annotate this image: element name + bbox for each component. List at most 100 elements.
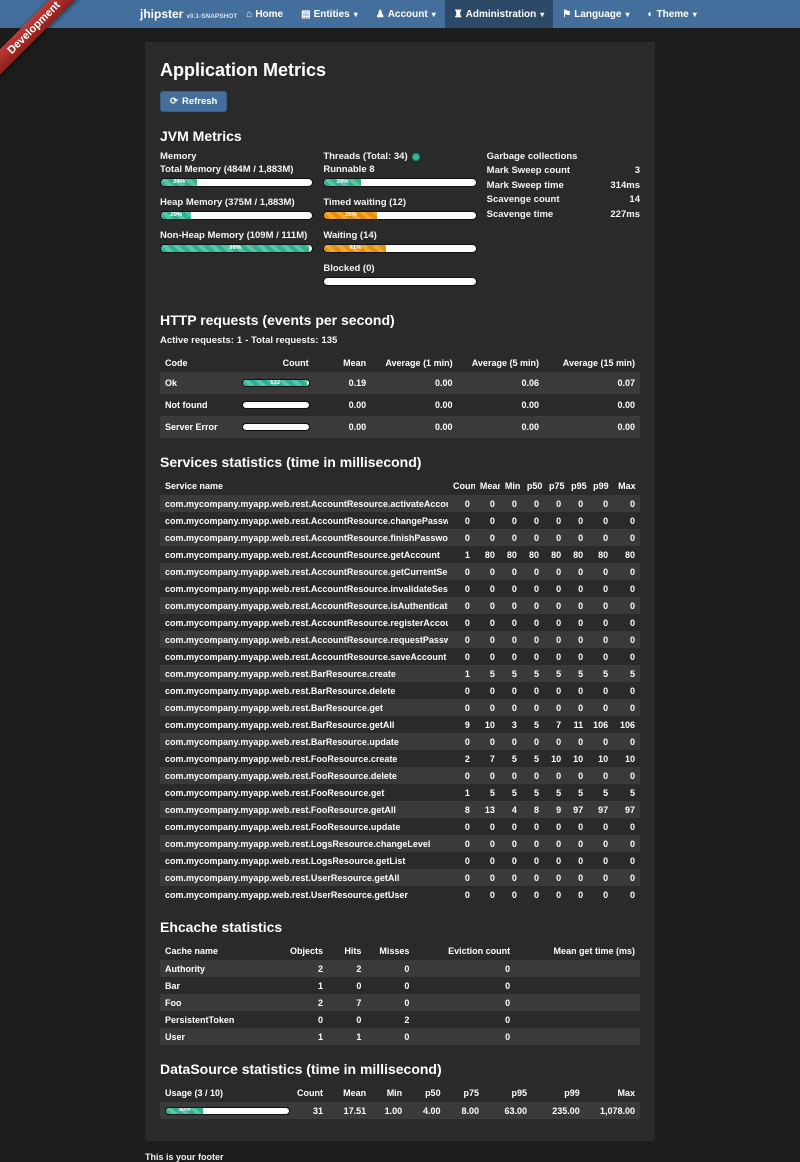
nav-item-administration[interactable]: ♜Administration▾ — [445, 0, 554, 28]
column-header: Min — [371, 1084, 407, 1102]
service-value-cell: 0 — [522, 512, 544, 529]
column-header: Cache name — [160, 942, 285, 960]
service-value-cell: 0 — [475, 580, 500, 597]
service-value-cell: 0 — [448, 512, 475, 529]
cache-value-cell — [515, 1011, 640, 1028]
service-value-cell: 0 — [566, 818, 588, 835]
gc-row: Scavenge time227ms — [487, 208, 640, 223]
datasource-value-cell: 1.00 — [371, 1102, 407, 1119]
service-value-cell: 5 — [544, 784, 566, 801]
cache-value-cell: 1 — [328, 1028, 366, 1045]
refresh-button[interactable]: ⟳ Refresh — [160, 91, 227, 112]
service-value-cell: 0 — [475, 818, 500, 835]
thread-metric-label: Timed waiting (12) — [323, 197, 476, 208]
gc-value: 314ms — [610, 179, 640, 194]
service-value-cell: 80 — [475, 546, 500, 563]
service-row: com.mycompany.myapp.web.rest.FooResource… — [160, 818, 640, 835]
service-value-cell: 0 — [544, 767, 566, 784]
nav-item-account[interactable]: ♟Account▾ — [367, 0, 445, 28]
http-requests-table: CodeCountMeanAverage (1 min)Average (5 m… — [160, 354, 640, 438]
nav-item-home[interactable]: ⌂Home — [237, 0, 292, 28]
nav-item-label: Theme — [657, 9, 689, 20]
nav-item-label: Administration — [466, 9, 537, 20]
service-value-cell: 0 — [448, 563, 475, 580]
service-value-cell: 0 — [522, 835, 544, 852]
brand-name: jhipster — [140, 7, 183, 21]
service-name-cell: com.mycompany.myapp.web.rest.BarResource… — [160, 699, 448, 716]
column-header: Average (5 min) — [458, 354, 544, 372]
service-value-cell: 5 — [475, 784, 500, 801]
service-value-cell: 0 — [544, 733, 566, 750]
progress-bar-fill: 41% — [324, 245, 386, 252]
column-header: Count — [290, 1084, 328, 1102]
http-requests-heading: HTTP requests (events per second) — [160, 312, 640, 328]
http-count-cell — [237, 394, 314, 416]
service-value-cell: 0 — [588, 818, 613, 835]
memory-metric-label: Non-Heap Memory (109M / 111M) — [160, 230, 313, 241]
service-value-cell: 0 — [588, 495, 613, 512]
datasource-statistics-heading: DataSource statistics (time in milliseco… — [160, 1061, 640, 1077]
service-value-cell: 106 — [613, 716, 640, 733]
brand-link[interactable]: jhipsterv0.1-SNAPSHOT — [140, 7, 237, 21]
service-name-cell: com.mycompany.myapp.web.rest.AccountReso… — [160, 631, 448, 648]
service-value-cell: 0 — [448, 631, 475, 648]
service-value-cell: 0 — [588, 852, 613, 869]
caret-down-icon: ▾ — [693, 10, 697, 19]
service-value-cell: 0 — [544, 495, 566, 512]
memory-column: Memory Total Memory (484M / 1,883M)24%He… — [160, 151, 313, 296]
thread-metric-label: Runnable 8 — [323, 164, 476, 175]
service-value-cell: 0 — [566, 682, 588, 699]
service-value-cell: 0 — [613, 767, 640, 784]
progress-bar: 35% — [323, 211, 476, 220]
column-header: Mean — [314, 354, 372, 372]
cache-value-cell: 0 — [414, 1028, 515, 1045]
service-value-cell: 0 — [500, 597, 522, 614]
service-value-cell: 0 — [613, 733, 640, 750]
nav-item-theme[interactable]: ◐Theme▾ — [638, 0, 705, 28]
service-value-cell: 5 — [500, 784, 522, 801]
column-header: p50 — [522, 477, 544, 495]
service-value-cell: 0 — [566, 597, 588, 614]
service-name-cell: com.mycompany.myapp.web.rest.AccountReso… — [160, 597, 448, 614]
service-value-cell: 10 — [588, 750, 613, 767]
gc-row: Mark Sweep count3 — [487, 164, 640, 179]
service-name-cell: com.mycompany.myapp.web.rest.AccountReso… — [160, 580, 448, 597]
nav-item-label: Entities — [314, 9, 350, 20]
service-value-cell: 0 — [613, 852, 640, 869]
tower-icon: ♜ — [454, 9, 463, 20]
cache-value-cell: 0 — [328, 977, 366, 994]
service-value-cell: 0 — [544, 852, 566, 869]
service-value-cell: 0 — [588, 699, 613, 716]
nav-item-language[interactable]: ⚑Language▾ — [553, 0, 638, 28]
service-value-cell: 0 — [522, 495, 544, 512]
flag-icon: ⚑ — [562, 9, 571, 20]
service-value-cell: 10 — [475, 716, 500, 733]
memory-heading: Memory — [160, 151, 313, 162]
cache-value-cell: 1 — [285, 1028, 328, 1045]
column-header: p50 — [407, 1084, 445, 1102]
service-value-cell: 80 — [588, 546, 613, 563]
service-value-cell: 80 — [566, 546, 588, 563]
cache-value-cell: 0 — [285, 1011, 328, 1028]
service-value-cell: 0 — [588, 682, 613, 699]
service-value-cell: 5 — [500, 750, 522, 767]
progress-bar — [242, 423, 310, 431]
service-name-cell: com.mycompany.myapp.web.rest.AccountReso… — [160, 563, 448, 580]
column-header: Mean get time (ms) — [515, 942, 640, 960]
ehcache-statistics-heading: Ehcache statistics — [160, 919, 640, 935]
cache-row: Bar1000 — [160, 977, 640, 994]
http-value-cell: 0.00 — [458, 394, 544, 416]
service-value-cell: 0 — [448, 835, 475, 852]
nav-item-entities[interactable]: ▤Entities▾ — [292, 0, 367, 28]
service-value-cell: 3 — [500, 716, 522, 733]
cache-name-cell: Bar — [160, 977, 285, 994]
service-value-cell: 0 — [566, 648, 588, 665]
service-value-cell: 13 — [475, 801, 500, 818]
column-header: Hits — [328, 942, 366, 960]
service-value-cell: 0 — [566, 631, 588, 648]
gc-value: 227ms — [610, 208, 640, 223]
service-value-cell: 0 — [613, 682, 640, 699]
progress-bar: 41% — [323, 244, 476, 253]
cache-value-cell: 2 — [285, 960, 328, 977]
thread-dump-icon[interactable] — [412, 153, 420, 161]
